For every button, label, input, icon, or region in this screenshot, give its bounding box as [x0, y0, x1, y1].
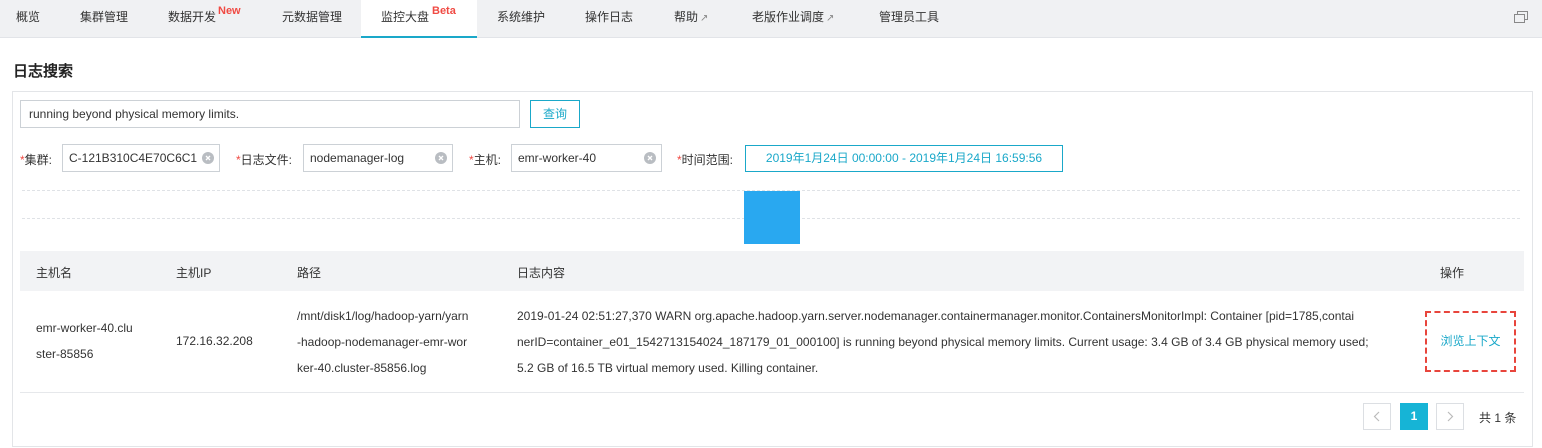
external-link-icon: ↗	[700, 13, 709, 24]
host-label: *主机:	[469, 153, 502, 167]
clear-icon[interactable]	[644, 152, 656, 164]
column-header-log-content: 日志内容	[517, 266, 566, 280]
tab-legacy-job-scheduling[interactable]: 老版作业调度 ↗	[752, 0, 834, 38]
clear-icon[interactable]	[435, 152, 447, 164]
column-header-path: 路径	[297, 266, 322, 280]
new-badge: New	[218, 5, 241, 17]
row-divider	[20, 392, 1524, 393]
beta-badge: Beta	[432, 5, 456, 17]
query-button[interactable]: 查询	[530, 100, 580, 128]
log-content-cell: 2019-01-24 02:51:27,370 WARN org.apache.…	[517, 309, 1369, 375]
host-value: emr-worker-40	[518, 151, 597, 165]
tab-operation-log[interactable]: 操作日志	[585, 0, 633, 38]
tab-admin-tools[interactable]: 管理员工具	[879, 0, 939, 38]
path-cell: /mnt/disk1/log/hadoop-yarn/yarn -hadoop-…	[297, 309, 469, 375]
chevron-left-icon	[1373, 411, 1380, 422]
tab-label: 老版作业调度	[752, 10, 825, 24]
ip-cell: 172.16.32.208	[176, 334, 253, 348]
logfile-select[interactable]: nodemanager-log	[303, 144, 453, 172]
column-header-ip: 主机IP	[176, 266, 212, 280]
prev-page-button[interactable]	[1363, 403, 1391, 430]
column-header-hostname: 主机名	[36, 266, 73, 280]
top-nav: 概览 集群管理 数据开发 New 元数据管理 监控大盘 Beta 系统维护 操作日志…	[0, 0, 1542, 38]
tab-label: 帮助	[674, 10, 699, 24]
tab-data-development[interactable]: 数据开发 New	[168, 0, 241, 38]
logfile-label: *日志文件:	[236, 153, 293, 167]
time-range-label: *时间范围:	[677, 153, 734, 167]
log-count-bar[interactable]	[744, 191, 800, 244]
external-link-icon: ↗	[826, 13, 835, 24]
tab-cluster-management[interactable]: 集群管理	[80, 0, 128, 38]
time-range-picker[interactable]: 2019年1月24日 00:00:00 - 2019年1月24日 16:59:5…	[745, 145, 1063, 172]
page-number-current[interactable]: 1	[1400, 403, 1428, 430]
tab-label: 概览	[16, 10, 41, 24]
next-page-button[interactable]	[1436, 403, 1464, 430]
tab-label: 操作日志	[585, 10, 634, 24]
cluster-label: *集群:	[20, 153, 53, 167]
column-header-action: 操作	[1440, 266, 1465, 280]
host-select[interactable]: emr-worker-40	[511, 144, 662, 172]
tab-label: 元数据管理	[282, 10, 343, 24]
tab-metadata-management[interactable]: 元数据管理	[282, 0, 342, 38]
clear-icon[interactable]	[202, 152, 214, 164]
tab-label: 数据开发	[168, 10, 217, 24]
tab-label: 管理员工具	[879, 10, 940, 24]
total-count: 共 1 条	[1479, 411, 1517, 425]
tab-label: 监控大盘	[381, 10, 430, 24]
hostname-cell: emr-worker-40.clu ster-85856	[36, 321, 133, 361]
table-header	[20, 251, 1524, 291]
cluster-select[interactable]: C-121B310C4E70C6C1	[62, 144, 220, 172]
tab-help[interactable]: 帮助 ↗	[674, 0, 708, 38]
window-restore-icon[interactable]	[1514, 11, 1528, 23]
tab-monitoring-dashboard[interactable]: 监控大盘 Beta	[361, 0, 477, 38]
tab-label: 集群管理	[80, 10, 129, 24]
tab-label: 系统维护	[497, 10, 546, 24]
tab-overview[interactable]: 概览	[16, 0, 40, 38]
logfile-value: nodemanager-log	[310, 151, 405, 165]
tab-system-maintenance[interactable]: 系统维护	[497, 0, 545, 38]
cluster-value: C-121B310C4E70C6C1	[69, 151, 198, 165]
search-input[interactable]: running beyond physical memory limits.	[20, 100, 520, 128]
page-title: 日志搜索	[13, 63, 74, 80]
chevron-right-icon	[1447, 411, 1454, 422]
browse-context-link[interactable]: 浏览上下文	[1425, 311, 1516, 372]
